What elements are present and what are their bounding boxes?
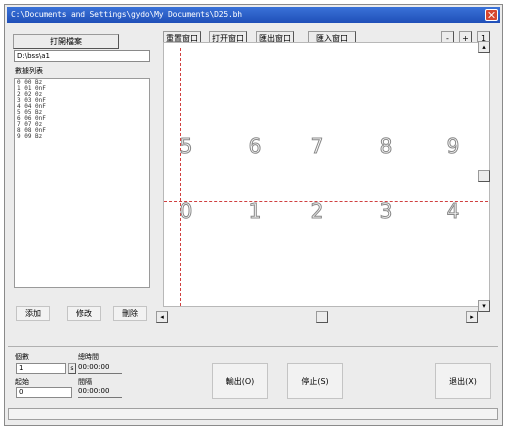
list-header: 數據列表 <box>15 67 43 75</box>
output-button[interactable]: 輸出(O) <box>212 363 268 399</box>
status-bar <box>8 408 498 420</box>
scroll-down-button[interactable]: ▾ <box>478 300 490 312</box>
count-field[interactable]: 1 <box>16 363 66 374</box>
arrow-down-icon: ▾ <box>482 302 486 310</box>
scroll-left-button[interactable]: ◂ <box>156 311 168 323</box>
arrow-right-icon: ▸ <box>470 313 474 321</box>
digit-glyph: 3 <box>379 199 393 224</box>
total-time-value: 00:00:00 <box>78 363 110 371</box>
delete-button[interactable]: 刪除 <box>113 306 147 321</box>
close-button[interactable] <box>485 9 498 21</box>
guide-vertical-line <box>180 48 181 306</box>
digit-glyph: 1 <box>248 199 262 224</box>
digit-glyph: 6 <box>248 134 262 159</box>
digit-glyph: 8 <box>379 134 393 159</box>
list-item[interactable]: 9 09 Bz <box>17 134 147 140</box>
count-label: 個數 <box>15 353 29 361</box>
open-file-button[interactable]: 打開檔案 <box>13 34 119 49</box>
data-listbox[interactable]: 0 00 Bz 1 01 0nF 2 02 0z 3 03 0nF 4 04 0… <box>14 78 150 288</box>
scroll-right-button[interactable]: ▸ <box>466 311 478 323</box>
path-field[interactable]: D:\bss\a1 <box>14 50 150 62</box>
stop-button[interactable]: 停止(S) <box>287 363 343 399</box>
arrow-up-icon: ▴ <box>482 43 486 51</box>
scroll-thumb-vertical[interactable] <box>478 170 490 182</box>
modify-button[interactable]: 修改 <box>67 306 101 321</box>
window-title: C:\Documents and Settings\gydo\My Docume… <box>11 10 242 19</box>
title-bar: C:\Documents and Settings\gydo\My Docume… <box>7 7 500 23</box>
digit-glyph: 0 <box>179 199 193 224</box>
interval-underline <box>78 397 122 398</box>
exit-button[interactable]: 退出(X) <box>435 363 491 399</box>
add-button[interactable]: 添加 <box>16 306 50 321</box>
digit-glyph: 9 <box>446 134 460 159</box>
digit-glyph: 4 <box>446 199 460 224</box>
interval-value: 00:00:00 <box>78 387 110 395</box>
start-label: 起始 <box>15 378 29 386</box>
start-field[interactable]: 0 <box>16 387 72 398</box>
scroll-thumb-horizontal[interactable] <box>316 311 328 323</box>
total-time-label: 總時間 <box>78 353 99 361</box>
total-time-underline <box>78 373 122 374</box>
count-set-button[interactable]: s <box>68 363 76 374</box>
digit-glyph: 5 <box>179 134 193 159</box>
digit-glyph: 2 <box>310 199 324 224</box>
preview-canvas[interactable] <box>163 42 490 307</box>
arrow-left-icon: ◂ <box>160 313 164 321</box>
digit-glyph: 7 <box>310 134 324 159</box>
interval-label: 間隔 <box>78 378 92 386</box>
scroll-up-button[interactable]: ▴ <box>478 41 490 53</box>
